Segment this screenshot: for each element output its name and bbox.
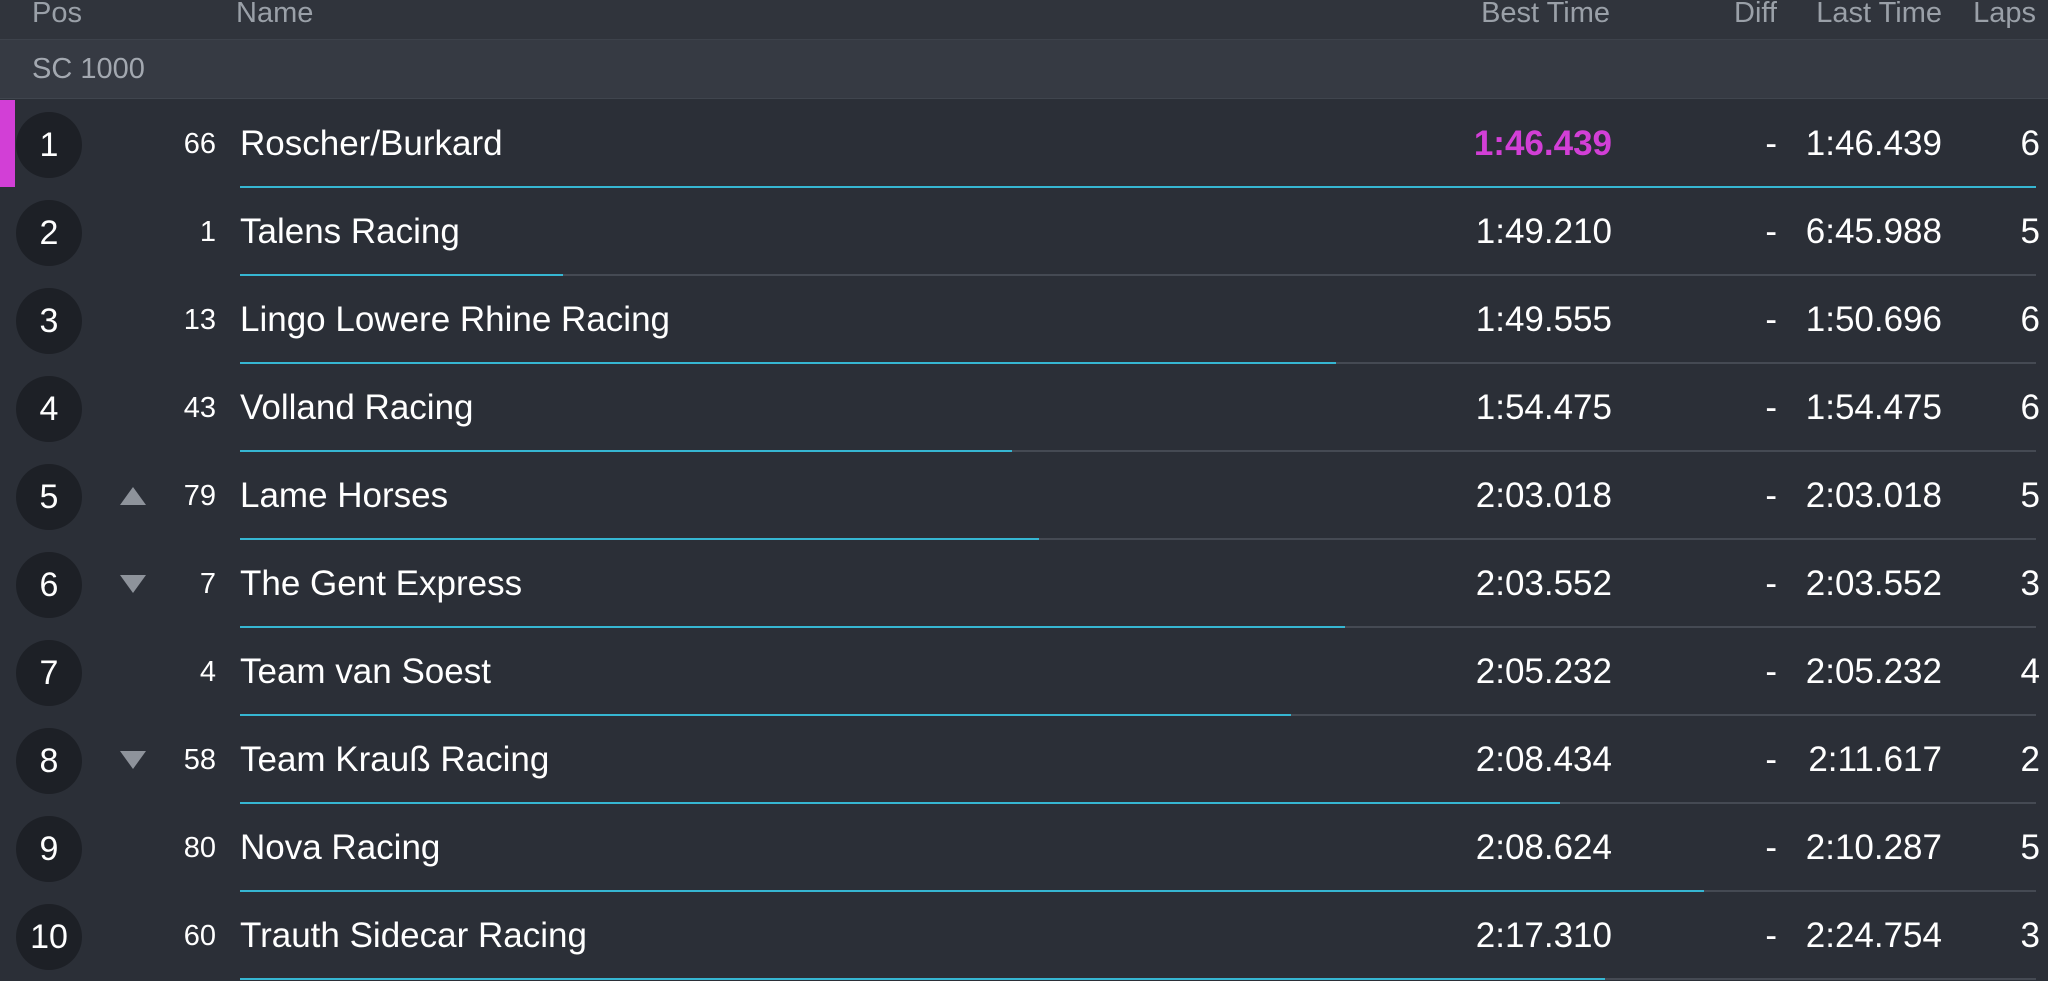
gap-diff: -: [1765, 740, 1777, 779]
table-row[interactable]: 9 80 Nova Racing 2:08.624 -2:10.287 5: [0, 804, 2048, 892]
team-name: The Gent Express: [240, 564, 523, 603]
gap-diff: -: [1765, 300, 1777, 339]
table-row[interactable]: 7 4 Team van Soest 2:05.232-2:05.232 4: [0, 628, 2048, 716]
lap-count: 2: [2020, 740, 2040, 779]
car-number: 80: [183, 832, 216, 864]
last-time: 2:05.232: [1805, 652, 1942, 691]
team-name: Lame Horses: [240, 476, 449, 515]
car-number: 13: [183, 304, 216, 336]
lap-count: 6: [2020, 300, 2040, 339]
car-number: 60: [183, 920, 216, 952]
best-time: 2:05.232: [1475, 652, 1612, 691]
best-time: 2:08.434: [1475, 740, 1612, 779]
car-number: 7: [199, 568, 216, 600]
gap-diff: -: [1765, 388, 1777, 427]
team-name: Nova Racing: [240, 828, 441, 867]
last-time: 2:10.287: [1805, 828, 1942, 867]
gap-diff: -: [1765, 124, 1777, 163]
header-last-time[interactable]: Last Time: [1816, 0, 1942, 28]
best-time: 1:54.475: [1475, 388, 1612, 427]
position-badge: 3: [16, 288, 82, 354]
header-pos[interactable]: Pos: [32, 0, 82, 28]
gap-diff: -: [1765, 212, 1777, 251]
best-time: 1:49.555: [1475, 300, 1612, 339]
header-name[interactable]: Name: [236, 0, 313, 28]
best-time: 2:08.624: [1475, 828, 1612, 867]
table-row[interactable]: 8 58 Team Krauß Racing 2:08.434 -2:11.617 2: [0, 716, 2048, 804]
best-time: 1:49.210: [1475, 212, 1612, 251]
car-number: 1: [199, 216, 216, 248]
last-time: 2:11.617: [1808, 740, 1942, 779]
gap-diff: -: [1765, 476, 1777, 515]
team-name: Trauth Sidecar Racing: [240, 916, 587, 955]
lap-count: 4: [2020, 652, 2040, 691]
team-name: Talens Racing: [240, 212, 460, 251]
best-time: 2:17.310: [1475, 916, 1612, 955]
best-time: 2:03.018: [1475, 476, 1612, 515]
table-row[interactable]: 10 60 Trauth Sidecar Racing 2:17.310 -2:24.7…: [0, 892, 2048, 980]
position-badge: 8: [16, 728, 82, 794]
car-number: 66: [183, 128, 216, 160]
position-badge: 5: [16, 464, 82, 530]
car-number: 58: [183, 744, 216, 776]
table-row[interactable]: 1 66 Roscher/Burkard 1:46.439-1:46.439 6: [0, 100, 2048, 188]
header-diff[interactable]: Diff: [1734, 0, 1777, 28]
class-group-label: SC 1000: [32, 53, 145, 85]
car-number: 43: [183, 392, 216, 424]
position-badge: 10: [16, 904, 82, 970]
position-down-icon: [120, 575, 146, 593]
team-name: Team van Soest: [240, 652, 491, 691]
table-row[interactable]: 3 13 Lingo Lowere Rhine Racing 1:49.555 -1:5…: [0, 276, 2048, 364]
gap-diff: -: [1765, 652, 1777, 691]
position-badge: 9: [16, 816, 82, 882]
table-header: Pos Name Best Time Diff Last Time Laps: [0, 0, 2048, 40]
lap-count: 3: [2020, 916, 2040, 955]
table-row[interactable]: 6 7 The Gent Express 2:03.552-2:03.552 3: [0, 540, 2048, 628]
last-time: 1:46.439: [1805, 124, 1942, 163]
position-badge: 1: [16, 112, 82, 178]
timing-screen: Pos Name Best Time Diff Last Time Laps S…: [0, 0, 2048, 981]
lap-count: 5: [2020, 212, 2040, 251]
gap-diff: -: [1765, 828, 1777, 867]
lap-progress-bar: [240, 978, 1605, 980]
position-up-icon: [120, 487, 146, 505]
lap-count: 5: [2020, 828, 2040, 867]
team-name: Team Krauß Racing: [240, 740, 550, 779]
fastest-lap-marker: [0, 100, 15, 187]
header-laps[interactable]: Laps: [1973, 0, 2036, 28]
lap-count: 3: [2020, 564, 2040, 603]
last-time: 6:45.988: [1805, 212, 1942, 251]
lap-count: 6: [2020, 124, 2040, 163]
gap-diff: -: [1765, 916, 1777, 955]
lap-count: 5: [2020, 476, 2040, 515]
table-row[interactable]: 5 79 Lame Horses 2:03.018-2:03.018 5: [0, 452, 2048, 540]
best-time: 1:46.439: [1473, 124, 1612, 163]
position-badge: 4: [16, 376, 82, 442]
table-row[interactable]: 2 1 Talens Racing 1:49.210 -6:45.988 5: [0, 188, 2048, 276]
last-time: 2:24.754: [1805, 916, 1942, 955]
team-name: Lingo Lowere Rhine Racing: [240, 300, 670, 339]
gap-diff: -: [1765, 564, 1777, 603]
results-list: 1 66 Roscher/Burkard 1:46.439-1:46.439 6 2 1 Ta…: [0, 100, 2048, 980]
last-time: 1:50.696: [1805, 300, 1942, 339]
header-best-time[interactable]: Best Time: [1481, 0, 1610, 28]
last-time: 2:03.018: [1805, 476, 1942, 515]
position-badge: 2: [16, 200, 82, 266]
last-time: 2:03.552: [1805, 564, 1942, 603]
lap-count: 6: [2020, 388, 2040, 427]
position-badge: 6: [16, 552, 82, 618]
last-time: 1:54.475: [1805, 388, 1942, 427]
class-group-header: SC 1000: [0, 40, 2048, 99]
team-name: Roscher/Burkard: [240, 124, 503, 163]
best-time: 2:03.552: [1475, 564, 1612, 603]
car-number: 4: [199, 656, 216, 688]
table-row[interactable]: 4 43 Volland Racing 1:54.475-1:54.475 6: [0, 364, 2048, 452]
car-number: 79: [183, 480, 216, 512]
team-name: Volland Racing: [240, 388, 474, 427]
position-badge: 7: [16, 640, 82, 706]
position-down-icon: [120, 751, 146, 769]
